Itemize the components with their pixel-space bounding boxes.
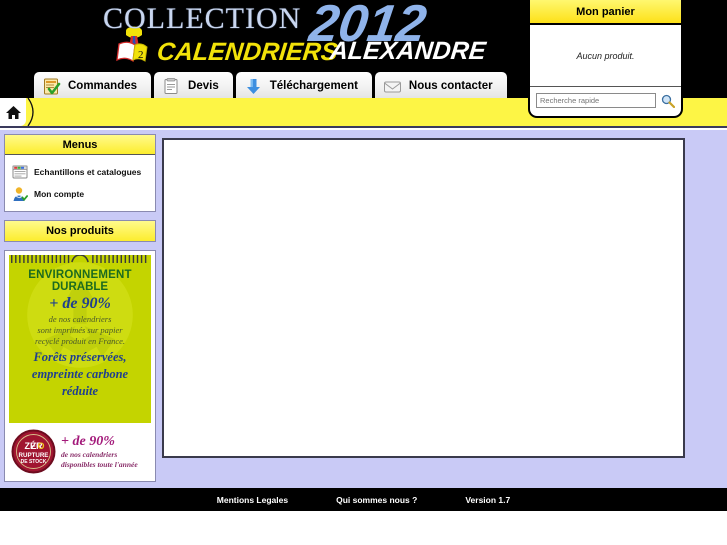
footer-link-qui-sommes-nous[interactable]: Qui sommes nous ? <box>336 495 417 505</box>
svg-text:O: O <box>37 441 44 451</box>
site-logo[interactable]: 2 COLLECTION 2012 CALENDRIERS ALEXANDRE <box>95 0 495 72</box>
promo-small-1: de nos calendriers <box>48 314 112 324</box>
logo-calendriers-text: CALENDRIERS <box>155 38 340 66</box>
nav-tab-commandes[interactable]: Commandes <box>34 72 152 100</box>
envelope-icon <box>383 81 401 92</box>
svg-text:DE STOCK: DE STOCK <box>21 459 47 465</box>
promo-small-3: recyclé produit en France. <box>34 336 125 346</box>
logo-collection-text: COLLECTION <box>103 2 302 35</box>
promo-stock-text: + de 90% de nos calendriers disponibles … <box>61 434 138 469</box>
user-account-icon <box>13 187 28 202</box>
svg-text:RUPTURE: RUPTURE <box>19 452 49 459</box>
promo-line-2: DURABLE <box>51 281 109 293</box>
menus-panel-body: Echantillons et catalogues Mon compte <box>5 155 155 211</box>
site-footer: Mentions Legales Qui sommes nous ? Versi… <box>0 488 727 511</box>
sidebar: Menus Echantillons et catalogues Mon com… <box>4 134 156 482</box>
promo-stock-big: + de 90% <box>61 434 115 449</box>
zero-rupture-badge-icon: Z ZÉR O RUPTURE DE STOCK <box>11 429 56 474</box>
sidebar-item-mon-compte[interactable]: Mon compte <box>10 183 150 205</box>
promo-line-4b: empreinte carbone <box>31 367 129 381</box>
cart-body: Aucun produit. <box>530 25 681 87</box>
sidebar-item-label: Mon compte <box>34 189 85 199</box>
catalog-window-icon <box>12 165 28 179</box>
quote-document-icon <box>164 77 178 94</box>
nav-tab-label: Devis <box>188 80 219 92</box>
promo-line-4c: réduite <box>61 384 99 398</box>
home-icon <box>5 105 21 119</box>
main-navigation: Commandes Devis Téléchargement Nous cont… <box>34 72 507 100</box>
nav-tab-telechargement[interactable]: Téléchargement <box>235 72 372 100</box>
nav-tab-label: Commandes <box>68 80 138 92</box>
promo-stock-small-1: de nos calendriers <box>61 450 118 459</box>
cart-title: Mon panier <box>530 0 681 25</box>
promo-stock-banner[interactable]: Z ZÉR O RUPTURE DE STOCK + de 90% de nos… <box>9 423 151 477</box>
promo-small-2: sont imprimés sur papier <box>37 325 123 335</box>
cart-panel: Mon panier Aucun produit. <box>528 0 683 118</box>
download-arrow-icon <box>246 78 260 94</box>
nav-tab-label: Téléchargement <box>269 80 358 92</box>
nav-tab-label: Nous contacter <box>408 80 493 92</box>
page-root: 2 COLLECTION 2012 CALENDRIERS ALEXANDRE … <box>0 0 727 545</box>
promo-line-1: ENVIRONNEMENT <box>28 269 132 281</box>
footer-link-mentions-legales[interactable]: Mentions Legales <box>217 495 288 505</box>
promo-line-3: + de 90% <box>49 295 111 312</box>
sidebar-item-label: Echantillons et catalogues <box>34 167 142 177</box>
magnifier-icon[interactable] <box>661 94 675 108</box>
svg-text:2: 2 <box>138 49 144 61</box>
cart-empty-message: Aucun produit. <box>576 50 635 61</box>
promo-line-4a: Forêts préservées, <box>33 350 127 364</box>
logo-alexandre-text: ALEXANDRE <box>328 37 488 65</box>
breadcrumb-separator-icon <box>27 98 34 126</box>
promo-stock-small-2: disponibles toute l'année <box>61 459 138 469</box>
menus-panel-title: Menus <box>5 135 155 155</box>
products-panel-title: Nos produits <box>5 221 155 241</box>
quick-search-area <box>530 87 681 114</box>
promo-calendar-graphic: ENVIRONNEMENT DURABLE + de 90% de nos ca… <box>9 255 151 423</box>
promo-environment-banner[interactable]: ENVIRONNEMENT DURABLE + de 90% de nos ca… <box>4 250 156 482</box>
footer-version-label[interactable]: Version 1.7 <box>465 495 510 505</box>
breadcrumb-home-button[interactable] <box>0 98 26 126</box>
sidebar-item-echantillons[interactable]: Echantillons et catalogues <box>10 161 150 183</box>
clipboard-check-icon <box>44 78 61 94</box>
products-panel[interactable]: Nos produits <box>4 220 156 242</box>
nav-tab-contact[interactable]: Nous contacter <box>374 72 507 100</box>
menus-panel: Menus Echantillons et catalogues Mon com… <box>4 134 156 212</box>
search-input[interactable] <box>536 93 656 108</box>
page-body: Menus Echantillons et catalogues Mon com… <box>0 130 727 488</box>
main-content-area <box>162 138 685 458</box>
nav-tab-devis[interactable]: Devis <box>154 72 233 100</box>
